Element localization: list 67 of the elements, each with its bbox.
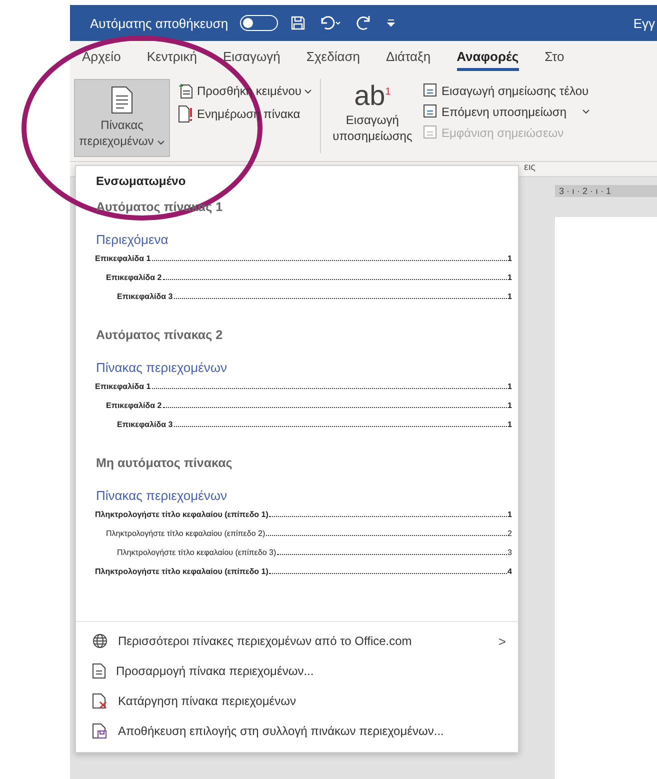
ruler: 3 · ı · 2 · ı · 1 <box>555 185 657 197</box>
ribbon-tab[interactable]: Διάταξη <box>386 45 431 71</box>
toc-entry-text: Πληκτρολογήστε τίτλο κεφαλαίου (επίπεδο 1) <box>95 566 268 578</box>
menu-header: Ενσωματωμένο <box>95 174 187 190</box>
menu-item-label: Προσαρμογή πίνακα περιεχομένων... <box>116 664 314 678</box>
toc-entry-text: Επικεφαλίδα 3 <box>117 291 173 303</box>
toc-entry-text: Επικεφαλίδα 1 <box>95 381 151 393</box>
footnote-menu-item[interactable]: Επόμενη υποσημείωση <box>423 104 590 119</box>
document-icon <box>111 86 133 114</box>
footnote-menu-item[interactable]: Εισαγωγή σημείωσης τέλου <box>423 83 590 98</box>
page-number: 1 <box>508 419 512 431</box>
page-number: 1 <box>508 272 512 284</box>
ribbon-tab[interactable]: Σχεδίαση <box>306 45 360 71</box>
save-icon[interactable] <box>290 15 306 31</box>
toc-entry-text: Επικεφαλίδα 3 <box>117 419 173 431</box>
window-title: Εγγ <box>633 16 655 30</box>
caret-icon <box>157 140 166 145</box>
toc-style-option[interactable]: Αυτόματος πίνακας 2 Πίνακας περιεχομένων Επικεφαλίδα 1 1 Επικεφαλίδα 2 1 Επικεφαλίδα 3 1 <box>76 328 518 434</box>
note-icon <box>423 125 438 140</box>
toc-entry-text: Επικεφαλίδα 1 <box>95 253 151 265</box>
caret-icon <box>304 88 312 94</box>
style-title: Αυτόματος πίνακας 2 <box>96 328 224 342</box>
toc-entry-text: Πληκτρολογήστε τίτλο κεφαλαίου (επίπεδο 3) <box>117 547 276 559</box>
menu-item-label: Αποθήκευση επιλογής στη συλλογή πινάκων περιεχομένων... <box>118 724 444 738</box>
ribbon-tab[interactable]: Αρχείο <box>82 45 121 71</box>
ribbon-tab[interactable]: Κεντρική <box>146 45 197 71</box>
toc-heading: Περιεχόμενα <box>96 232 170 247</box>
save-document-icon <box>92 723 108 739</box>
note-icon <box>423 83 438 98</box>
page-number: 1 <box>508 253 512 265</box>
page-number: 1 <box>508 291 512 303</box>
insert-footnote-button[interactable]: ab$^{1}$ Εισαγωγή υποσημείωσης <box>329 79 416 146</box>
table-of-contents-button[interactable]: Πίνακας περιεχομένων <box>74 79 170 157</box>
menu-item-label: Περισσότεροι πίνακες περιεχομένων από το Office.com <box>118 634 412 648</box>
toc-entry-text: Επικεφαλίδα 2 <box>106 272 162 284</box>
page-number: 1 <box>508 400 512 412</box>
note-icon <box>423 104 438 119</box>
page-number: 4 <box>508 566 512 578</box>
group-label: εις <box>524 162 536 173</box>
ribbon-tab[interactable]: Εισαγωγή <box>222 45 280 71</box>
globe-icon <box>92 633 108 649</box>
style-title: Μη αυτόματος πίνακας <box>96 456 234 470</box>
toc-entry-text: Επικεφαλίδα 2 <box>106 400 162 412</box>
customize-icon[interactable] <box>386 18 396 28</box>
toc-heading: Πίνακας περιεχομένων <box>96 488 228 503</box>
ribbon-tab[interactable]: Αναφορές <box>456 45 519 71</box>
caret-icon <box>582 109 590 114</box>
page-number: 3 <box>508 547 512 559</box>
update-document-icon <box>178 105 194 123</box>
page-number: 1 <box>508 509 512 521</box>
page-number: 2 <box>508 528 512 540</box>
page-number: 1 <box>508 381 512 393</box>
ribbon-tab[interactable]: Στο <box>544 45 564 71</box>
submenu-arrow: > <box>498 634 506 648</box>
menu-item-label: Κατάργηση πίνακα περιεχομένων <box>118 694 296 708</box>
autosave-label: Αυτόματης αποθήκευση <box>90 16 228 30</box>
add-text-icon <box>178 83 194 99</box>
menu-item[interactable]: Κατάργηση πίνακα περιεχομένων <box>76 686 518 716</box>
toc-entry-text: Πληκτρολογήστε τίτλο κεφαλαίου (επίπεδο 2) <box>106 528 266 540</box>
autosave-toggle[interactable] <box>240 15 278 31</box>
menu-item[interactable]: Προσαρμογή πίνακα περιεχομένων... <box>76 656 518 686</box>
remove-document-icon <box>92 693 108 709</box>
document-icon <box>92 663 106 679</box>
menu-item[interactable]: Περισσότεροι πίνακες περιεχομένων από το Office.com > <box>76 626 518 656</box>
toc-entry-text: Πληκτρολογήστε τίτλο κεφαλαίου (επίπεδο 1) <box>95 509 268 521</box>
toc-heading: Πίνακας περιεχομένων <box>96 360 228 375</box>
menu-item[interactable]: Αποθήκευση επιλογής στη συλλογή πινάκων περιεχομένων... <box>76 716 518 746</box>
